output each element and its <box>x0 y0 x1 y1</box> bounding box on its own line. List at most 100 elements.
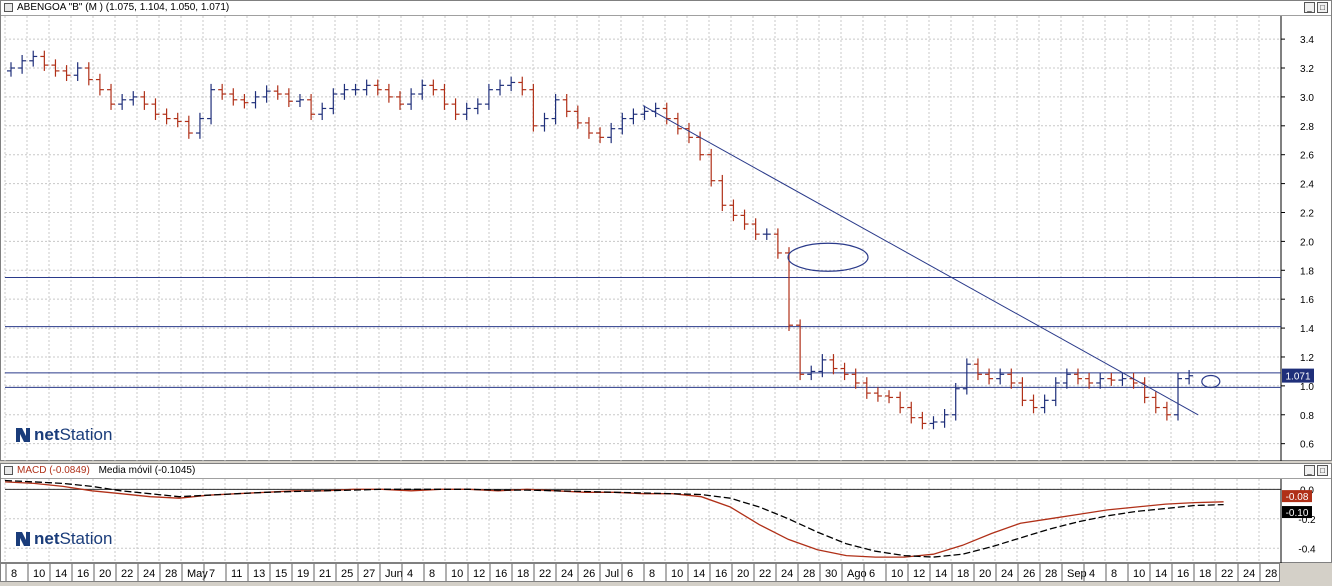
date-label: 18 <box>957 568 969 580</box>
y-tick-label: 1.2 <box>1300 353 1314 364</box>
minimize-icon[interactable]: _ <box>1304 465 1315 476</box>
ohlc-bar <box>973 358 982 381</box>
ohlc-bar <box>1085 372 1094 389</box>
ohlc-bar <box>529 83 538 132</box>
date-label: 30 <box>825 568 837 580</box>
ohlc-bar <box>1029 394 1038 414</box>
ohlc-bar <box>562 94 571 118</box>
ohlc-bar <box>396 91 405 110</box>
netstation-logo-icon <box>16 532 30 546</box>
ohlc-bar <box>507 76 516 92</box>
date-label: 27 <box>363 568 375 580</box>
date-label: 10 <box>671 568 683 580</box>
netstation-logo-icon <box>16 428 30 442</box>
date-label: 24 <box>561 568 573 580</box>
date-label: 6 <box>627 568 633 580</box>
netstation-logo: net Station <box>15 425 112 445</box>
price-chart[interactable]: 3.4 3.2 3.0 2.8 2.6 2.4 2.2 2.0 1.8 1.6 1.4 1.2 1.0 0… <box>1 16 1331 461</box>
date-label: 22 <box>759 568 771 580</box>
maximize-icon[interactable]: □ <box>1317 465 1328 476</box>
ohlc-bar <box>996 368 1005 385</box>
minimize-icon[interactable]: _ <box>1304 2 1315 13</box>
date-label: 14 <box>693 568 705 580</box>
date-label: 14 <box>935 568 947 580</box>
ohlc-bar <box>929 416 938 430</box>
y-tick-label: 1.0 <box>1300 382 1314 393</box>
ohlc-bar <box>362 79 371 96</box>
ohlc-bar <box>551 94 560 125</box>
ohlc-bar <box>251 91 260 109</box>
macd-series-line <box>4 481 1224 558</box>
date-label: 24 <box>1243 568 1255 580</box>
ohlc-bar <box>762 228 771 240</box>
ohlc-bar <box>962 358 971 395</box>
date-label: 28 <box>803 568 815 580</box>
logo-suffix: Station <box>59 425 113 444</box>
date-label: 14 <box>55 568 67 580</box>
date-label: 8 <box>649 568 655 580</box>
ohlc-bar <box>284 88 293 108</box>
ohlc-bar <box>907 401 916 424</box>
y-tick-label: 1.8 <box>1300 266 1314 277</box>
date-label: 26 <box>583 568 595 580</box>
date-label: 16 <box>77 568 89 580</box>
date-label: 10 <box>451 568 463 580</box>
date-label: 28 <box>1045 568 1057 580</box>
ohlc-bar <box>273 85 282 100</box>
date-label: 20 <box>99 568 111 580</box>
date-label: 20 <box>737 568 749 580</box>
ohlc-bar <box>95 73 104 96</box>
date-label: 19 <box>297 568 309 580</box>
date-axis: 8 10 14 16 20 22 24 28 May 7 11 13 15 19 21 25 27 Jun 4 8 10… <box>0 563 1280 582</box>
date-label: 28 <box>165 568 177 580</box>
ohlc-bar <box>140 91 149 110</box>
date-label: May <box>187 568 208 580</box>
ohlc-bar <box>407 88 416 110</box>
date-label: 25 <box>341 568 353 580</box>
ohlc-bar <box>184 115 193 139</box>
date-label: 10 <box>1133 568 1145 580</box>
ma-title: Media móvil (-0.1045) <box>98 465 196 476</box>
ohlc-bar <box>1096 372 1105 389</box>
ohlc-bar <box>151 98 160 121</box>
date-label: 12 <box>913 568 925 580</box>
ohlc-bar <box>384 83 393 103</box>
last-price-badge-label: 1.071 <box>1285 372 1310 383</box>
ohlc-bar <box>896 391 905 414</box>
ohlc-bar <box>1174 372 1183 421</box>
gap-ellipse-annotation <box>787 242 869 272</box>
y-tick-label: 0.6 <box>1300 440 1314 451</box>
date-axis-labels: 8 10 14 16 20 22 24 28 May 7 11 13 15 19 21 25 27 Jun 4 8 10… <box>5 564 1277 581</box>
ohlc-bar <box>118 94 127 110</box>
date-label: Jul <box>605 568 619 580</box>
price-panel-title-bar: ABENGOA "B" (M ) (1.075, 1.104, 1.050, 1… <box>1 1 1331 16</box>
ohlc-bar <box>1140 377 1149 404</box>
ohlc-bar <box>373 79 382 96</box>
macd-value-badge-label: -0.08 <box>1286 492 1309 503</box>
date-label: 20 <box>979 568 991 580</box>
macd-chart[interactable]: 0.0-0.2-0.4-0.08-0.10 <box>1 479 1331 563</box>
y-tick-label: 1.4 <box>1300 324 1314 335</box>
ohlc-bar <box>1073 368 1082 385</box>
date-label: 14 <box>1155 568 1167 580</box>
date-label: 24 <box>143 568 155 580</box>
date-label: 22 <box>1221 568 1233 580</box>
date-label: 11 <box>231 568 242 580</box>
window-menu-icon[interactable] <box>4 3 13 12</box>
date-label: 13 <box>253 568 265 580</box>
downtrend-line <box>642 105 1199 416</box>
date-label: 18 <box>517 568 529 580</box>
ohlc-bar <box>940 408 949 428</box>
date-label: 26 <box>1023 568 1035 580</box>
price-panel-title: ABENGOA "B" (M ) (1.075, 1.104, 1.050, 1… <box>17 2 230 13</box>
ohlc-bar <box>873 387 882 402</box>
ohlc-bar <box>862 377 871 399</box>
logo-prefix: net <box>34 529 60 548</box>
ohlc-bar <box>1151 391 1160 414</box>
price-chart-panel: ABENGOA "B" (M ) (1.075, 1.104, 1.050, 1… <box>0 0 1332 461</box>
ohlc-bar <box>1118 372 1127 386</box>
ohlc-bar <box>1040 394 1049 414</box>
window-menu-icon[interactable] <box>4 466 13 475</box>
ohlc-bar <box>451 98 460 121</box>
maximize-icon[interactable]: □ <box>1317 2 1328 13</box>
